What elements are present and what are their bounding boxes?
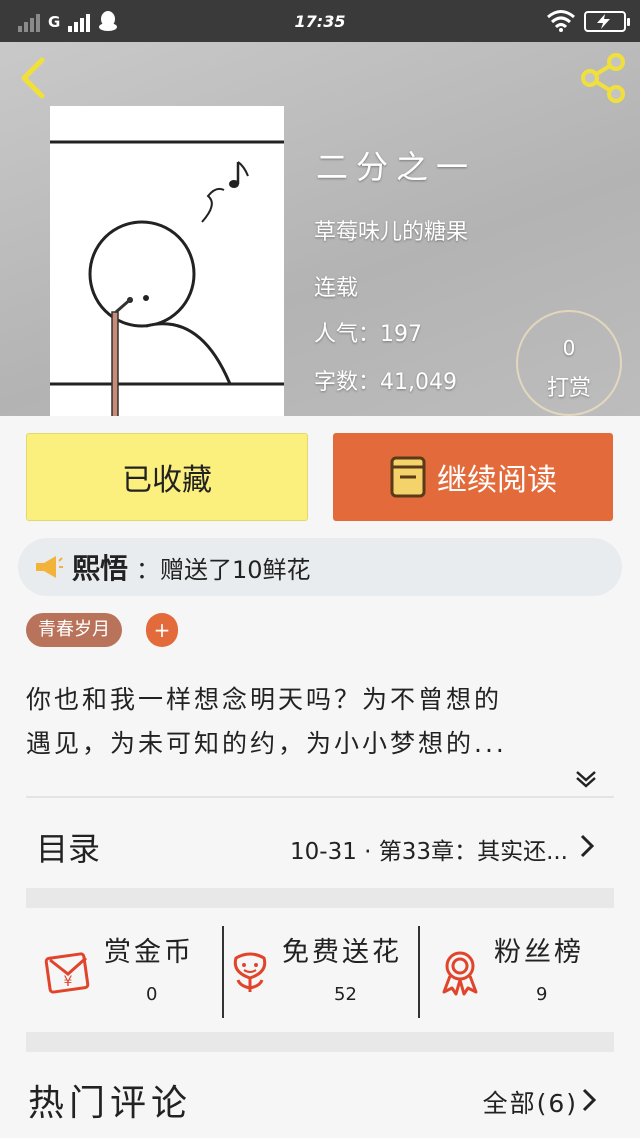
chevron-down-icon[interactable] — [574, 768, 598, 788]
section-separator — [26, 1032, 614, 1052]
collected-button[interactable]: 已收藏 — [26, 433, 308, 521]
status-bar: G 17:35 — [0, 0, 640, 42]
book-header: 二分之一 草莓味儿的糖果 连载 人气：197 字数：41,049 0 打赏 — [0, 42, 640, 416]
stat-fans-label: 粉丝榜 — [494, 937, 584, 968]
divider — [26, 796, 614, 798]
award-ribbon-icon — [442, 951, 478, 996]
book-cover[interactable] — [50, 106, 284, 416]
book-author[interactable]: 草莓味儿的糖果 — [314, 214, 468, 246]
add-tag-button[interactable]: + — [146, 613, 178, 647]
flower-icon — [233, 952, 267, 992]
stat-fans-value: 9 — [536, 984, 548, 1005]
clock: 17:35 — [294, 12, 346, 31]
stat-flowers-label: 免费送花 — [282, 937, 402, 968]
reward-button[interactable]: 0 打赏 — [516, 310, 622, 416]
book-title: 二分之一 — [316, 148, 477, 186]
gift-announcement[interactable]: 熙悟 ：赠送了10鲜花 — [18, 538, 622, 596]
book-popularity: 人气：197 — [314, 322, 422, 347]
battery-icon — [584, 11, 630, 32]
envelope-yen-icon: ¥ — [44, 952, 90, 994]
section-separator — [26, 888, 614, 908]
reward-label: 打赏 — [546, 376, 591, 401]
catalog-label: 目录 — [36, 830, 101, 868]
book-icon — [390, 456, 426, 498]
svg-text:¥: ¥ — [64, 974, 73, 990]
stat-coins[interactable]: ¥ 赏金币 0 — [26, 908, 222, 1030]
back-arrow-icon[interactable] — [16, 54, 52, 102]
description-line-1: 你也和我一样想念明天吗？为不曾想的 — [26, 685, 503, 714]
share-icon[interactable] — [578, 52, 628, 104]
stat-coins-value: 0 — [146, 984, 158, 1005]
collected-label: 已收藏 — [122, 463, 212, 498]
megaphone-icon — [36, 556, 63, 578]
gift-user: 熙悟 — [72, 552, 129, 585]
reward-count: 0 — [562, 336, 576, 360]
description-line-2: 遇见，为未可知的约，为小小梦想的... — [26, 729, 507, 758]
tag-chip[interactable]: 青春岁月 — [26, 613, 122, 647]
latest-chapter: 10-31 · 第33章：其实还... — [290, 839, 568, 865]
hot-comments-title: 热门评论 — [28, 1083, 193, 1124]
stats-row: ¥ 赏金币 0 免费送花 52 粉丝榜 9 — [26, 908, 614, 1030]
stat-flowers[interactable]: 免费送花 52 — [224, 908, 416, 1030]
wifi-icon — [547, 10, 575, 32]
continue-reading-label: 继续阅读 — [437, 463, 557, 498]
book-word-count: 字数：41,049 — [314, 370, 457, 395]
stat-fans[interactable]: 粉丝榜 9 — [420, 908, 614, 1030]
continue-reading-button[interactable]: 继续阅读 — [333, 433, 613, 521]
book-status: 连载 — [314, 276, 359, 301]
all-comments-link[interactable]: 全部(6) — [483, 1084, 578, 1120]
gift-text: ：赠送了10鲜花 — [136, 555, 311, 584]
book-description[interactable]: 你也和我一样想念明天吗？为不曾想的 遇见，为未可知的约，为小小梦想的... — [26, 678, 616, 766]
chevron-right-icon[interactable] — [580, 1086, 598, 1114]
stat-flowers-value: 52 — [334, 984, 357, 1005]
stat-coins-label: 赏金币 — [104, 937, 194, 968]
catalog-row[interactable]: 目录 10-31 · 第33章：其实还... — [26, 812, 614, 880]
chevron-right-icon — [580, 834, 595, 858]
